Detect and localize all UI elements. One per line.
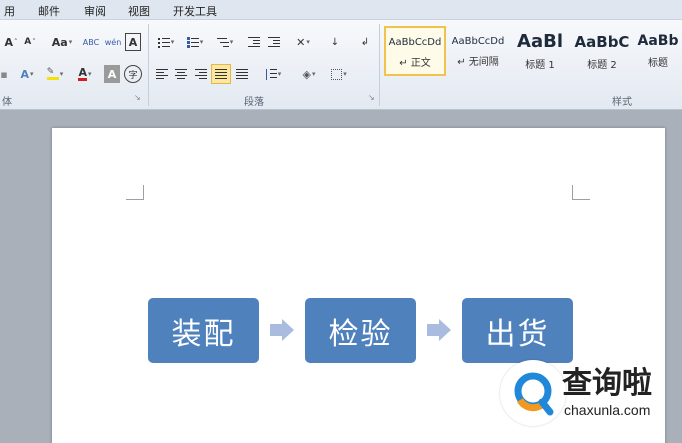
font-dialog-launcher[interactable]: ↘ (134, 94, 142, 102)
line-spacing-button[interactable]: ▾ (260, 65, 286, 83)
magnifier-icon (514, 372, 554, 416)
align-right-icon (195, 69, 207, 79)
multilevel-list-button[interactable]: ▾ (211, 33, 239, 51)
sort-icon: ↓ (330, 36, 340, 48)
style-title[interactable]: AaBb 标题 (634, 26, 682, 78)
enclose-char-button[interactable]: 字 (124, 65, 142, 83)
bullets-button[interactable]: ▾ (153, 33, 179, 51)
multilevel-list-icon (216, 37, 229, 47)
sort-button[interactable]: ↓ (326, 33, 344, 51)
decrease-indent-icon (248, 37, 260, 47)
tab-developer[interactable]: 开发工具 (173, 3, 217, 19)
group-separator (148, 24, 149, 106)
smartart-step-2[interactable]: 检验 (305, 298, 416, 363)
grow-font-button[interactable]: A ˄ (2, 33, 20, 51)
tab-view[interactable]: 视图 (128, 3, 150, 19)
distributed-icon (236, 69, 248, 79)
line-spacing-icon (265, 69, 277, 80)
increase-indent-icon (268, 37, 280, 47)
change-case-button[interactable]: Aa ▾ (50, 33, 74, 51)
smartart-step-1[interactable]: 装配 (148, 298, 259, 363)
border-icon (331, 68, 343, 80)
highlight-color-button[interactable]: ✎ ▾ (42, 65, 68, 83)
margin-mark-top-right (572, 185, 590, 200)
numbered-list-icon (186, 37, 199, 48)
justify-icon (215, 69, 227, 79)
paint-bucket-icon: ◈ (302, 67, 311, 81)
font-row-overflow: ▪ (0, 67, 8, 81)
arrow-right-icon (270, 319, 294, 341)
tab-review[interactable]: 审阅 (84, 3, 106, 19)
decrease-indent-button[interactable] (245, 33, 263, 51)
justify-button[interactable] (211, 64, 231, 84)
char-border-button[interactable]: A (125, 33, 141, 51)
watermark-url: chaxunla.com (564, 402, 651, 418)
menu-bar: 用 邮件 审阅 视图 开发工具 (0, 0, 682, 20)
font-color-button[interactable]: A ▾ (72, 65, 98, 83)
shrink-font-button[interactable]: A ˅ (22, 33, 38, 51)
paragraph-group-label: 段落 (244, 97, 264, 108)
align-left-button[interactable] (153, 65, 171, 83)
align-right-button[interactable] (192, 65, 210, 83)
ribbon: A ˄ A ˅ Aa ▾ ABC wén A ▪ A ▾ ✎ ▾ A ▾ A 字 体 ↘ ▾… (0, 20, 682, 110)
chinese-layout-icon: ✕ (296, 35, 306, 49)
watermark: 查询啦 chaxunla.com (500, 352, 682, 443)
watermark-title: 查询啦 (562, 366, 652, 401)
style-heading-2[interactable]: AaBbC 标题 2 (572, 26, 632, 78)
clear-format-button[interactable]: ABC (82, 33, 100, 51)
numbering-button[interactable]: ▾ (182, 33, 208, 51)
borders-button[interactable]: ▾ (326, 65, 352, 83)
distributed-button[interactable] (233, 65, 251, 83)
chinese-layout-button[interactable]: ✕ ▾ (290, 33, 316, 51)
show-marks-button[interactable]: ↲ (356, 33, 374, 51)
align-left-icon (156, 69, 168, 79)
style-no-spacing[interactable]: AaBbCcDd ↵ 无间隔 (447, 26, 509, 78)
style-normal[interactable]: AaBbCcDd ↵ 正文 (384, 26, 446, 76)
arrow-right-icon (427, 319, 451, 341)
bullet-list-icon (157, 37, 170, 48)
pilcrow-icon: ↲ (360, 36, 370, 48)
style-heading-1[interactable]: AaBl 标题 1 (510, 26, 570, 78)
shading-button[interactable]: ◈ ▾ (296, 65, 322, 83)
phonetic-guide-button[interactable]: wén (104, 33, 122, 51)
tab-mailings[interactable]: 邮件 (38, 3, 60, 19)
align-center-button[interactable] (172, 65, 190, 83)
increase-indent-button[interactable] (265, 33, 283, 51)
paragraph-dialog-launcher[interactable]: ↘ (368, 94, 376, 102)
char-shading-button[interactable]: A (104, 65, 120, 83)
styles-group-label: 样式 (612, 97, 632, 108)
watermark-logo (500, 360, 566, 426)
tab-references[interactable]: 用 (4, 3, 15, 19)
highlighter-icon: ✎ (46, 68, 59, 80)
margin-mark-top-left (126, 185, 144, 200)
text-effect-button[interactable]: A ▾ (16, 65, 38, 83)
align-center-icon (175, 69, 187, 79)
font-group-label: 体 (2, 97, 12, 108)
group-separator (379, 24, 380, 106)
